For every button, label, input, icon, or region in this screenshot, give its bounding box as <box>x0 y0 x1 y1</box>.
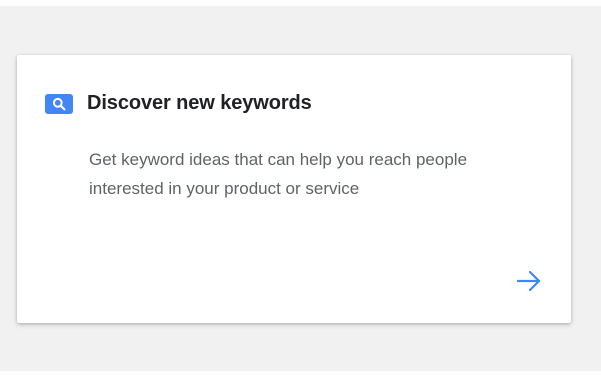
arrow-right-icon[interactable] <box>511 265 547 297</box>
card-description: Get keyword ideas that can help you reac… <box>89 150 468 198</box>
discover-keywords-card[interactable]: Discover new keywords Get keyword ideas … <box>17 55 571 323</box>
card-header: Discover new keywords <box>45 92 312 115</box>
card-title: Discover new keywords <box>87 92 312 114</box>
search-icon <box>45 93 73 114</box>
